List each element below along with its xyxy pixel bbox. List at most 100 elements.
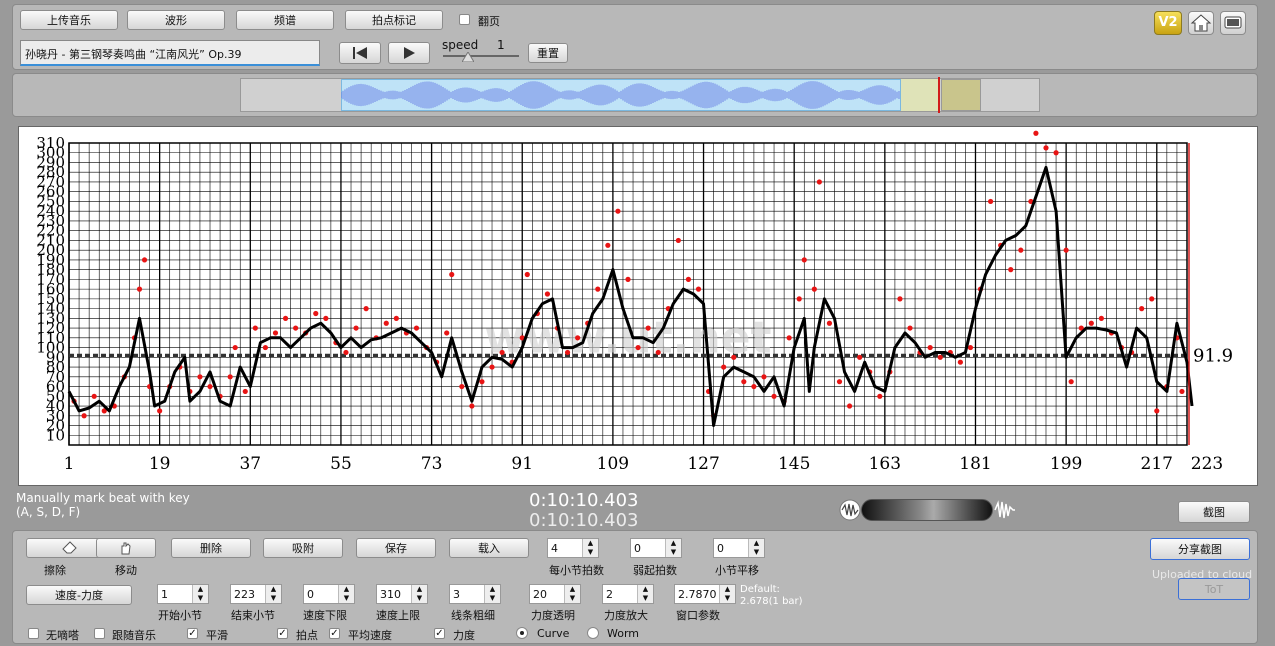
beat-point [343,349,349,356]
save-button[interactable]: 保存 [356,538,436,558]
beat-point [761,374,767,380]
beat-point [383,320,389,326]
reset-button[interactable]: 重置 [528,43,568,63]
beat-point [836,379,843,385]
screenshot-button[interactable]: 截图 [1178,501,1250,523]
waveform-button[interactable]: 波形 [127,10,225,30]
bar-shift-label: 小节平移 [715,564,759,577]
end-bar-stepper[interactable]: 223 ▲ ▼ [230,584,282,604]
home-button[interactable] [1188,11,1214,35]
beat-point [262,344,269,351]
beat-point [811,286,817,292]
beat-point [751,383,757,390]
beat-point [282,315,289,321]
beat-point [313,310,319,317]
x-tick-label: 145 [778,454,810,474]
fullscreen-button[interactable] [1220,11,1246,35]
pickup-label: 弱起拍数 [633,564,677,577]
play-button[interactable] [388,42,430,64]
volume-slider[interactable] [861,499,993,521]
dynamics-checkbox[interactable]: ✓ [434,628,445,639]
x-tick-label: 73 [421,454,443,474]
speed-value: 1 [497,38,505,52]
beat-point [363,306,369,312]
delete-button[interactable]: 删除 [171,538,251,558]
share-screenshot-button[interactable]: 分享截图 [1150,538,1250,560]
dyn-alpha-label: 力度透明 [531,609,575,622]
waveform-window[interactable] [941,79,981,111]
x-tick-label: 91 [511,454,533,474]
speed-min-stepper[interactable]: 0 ▲ ▼ [303,584,355,604]
curve-radio[interactable] [516,627,528,639]
beat-point [252,325,258,331]
curve-label: Curve [537,627,570,640]
beat-point [393,315,399,321]
track-title[interactable]: 孙晓丹 - 第三钢琴奏鸣曲 “江南风光” Op.39 [20,40,320,66]
y-tick-label: 310 [36,134,65,152]
beat-point [1008,267,1014,273]
beats-per-bar-stepper[interactable]: 4 ▲ ▼ [547,538,599,558]
beat-point [227,374,233,380]
worm-radio[interactable] [587,627,599,639]
bar-shift-stepper[interactable]: 0 ▲ ▼ [713,538,765,558]
skip-back-button[interactable] [339,42,381,64]
speed-max-stepper[interactable]: 310 ▲ ▼ [376,584,428,604]
x-tick-label: 55 [330,454,352,474]
v2-badge[interactable]: V2 [1154,11,1182,35]
beat-point [685,276,692,282]
eraser-icon [62,541,77,554]
beat-point [323,315,329,321]
screen-icon [1224,16,1242,29]
x-tick-label: 37 [239,454,261,474]
smooth-checkbox[interactable]: ✓ [187,628,198,639]
tempo-dynamics-button[interactable]: 速度-力度 [26,585,132,605]
beat-point [826,320,833,326]
dyn-scale-stepper[interactable]: 2 ▲ ▼ [602,584,654,604]
follow-music-label: 跟随音乐 [112,629,156,642]
beat-point [1063,247,1069,253]
no-click-checkbox[interactable] [28,628,39,639]
page-turn-checkbox[interactable] [459,14,470,25]
window-stepper[interactable]: 2.7870 ▲ ▼ [674,584,736,604]
avg-speed-checkbox[interactable]: ✓ [329,628,340,639]
worm-label: Worm [607,627,640,640]
follow-music-checkbox[interactable] [94,628,105,639]
speed-slider-thumb[interactable] [462,52,474,62]
time-current: 0:10:10.403 [529,490,639,511]
move-label: 移动 [115,564,137,577]
tempo-chart[interactable]: 1020304050607080901001101201301401501601… [19,127,1257,485]
beat-point [937,354,943,360]
share-sub-button[interactable]: ToT [1178,578,1250,600]
start-bar-stepper[interactable]: 1 ▲ ▼ [157,584,209,604]
beat-point [1068,379,1074,385]
beat-point [927,344,933,351]
pickup-stepper[interactable]: 0 ▲ ▼ [630,538,682,558]
speed-slider[interactable] [443,55,519,57]
upload-music-button[interactable]: 上传音乐 [20,10,118,30]
beat-point [1149,296,1155,302]
waveform-left-icon[interactable] [838,499,862,521]
speed-label: speed [442,38,479,52]
dyn-alpha-stepper[interactable]: 20 ▲ ▼ [529,584,581,604]
waveform-right-icon[interactable] [993,499,1017,521]
move-button[interactable] [96,538,156,558]
hint-line2: (A, S, D, F) [16,505,81,519]
load-button[interactable]: 载入 [449,538,529,558]
beat-point [207,383,213,390]
playhead[interactable] [938,77,940,113]
beats-per-bar-label: 每小节拍数 [549,564,604,577]
default-line1: Default: [740,584,780,595]
beat-point [877,393,883,399]
erase-label: 擦除 [44,564,66,577]
beat-point [293,325,299,331]
beat-point [564,349,571,356]
beat-mark-button[interactable]: 拍点标记 [345,10,443,30]
line-width-stepper[interactable]: 3 ▲ ▼ [449,584,501,604]
beat-point [907,325,913,331]
beat-points-checkbox[interactable]: ✓ [277,628,288,639]
smooth-label: 平滑 [206,629,228,642]
snap-button[interactable]: 吸附 [263,538,343,558]
waveform-overview [341,81,900,109]
waveform-played-region [901,79,939,111]
spectrum-button[interactable]: 频谱 [236,10,334,30]
